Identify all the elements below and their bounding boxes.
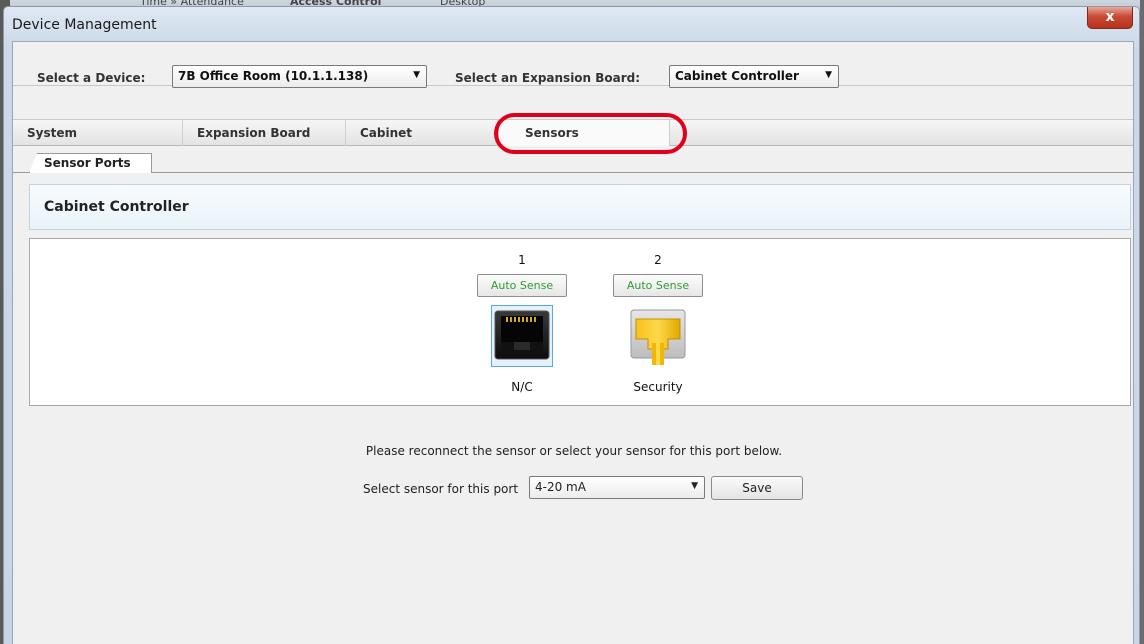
auto-sense-button-port-2[interactable]: Auto Sense: [613, 274, 703, 297]
window-client-area: Select a Device: 7B Office Room (10.1.1.…: [12, 41, 1134, 644]
chevron-down-icon: ▼: [413, 70, 420, 80]
selector-bar: Select a Device: 7B Office Room (10.1.1.…: [13, 42, 1133, 88]
port-1-jack[interactable]: [491, 305, 553, 367]
tab-system[interactable]: System: [13, 120, 183, 146]
tab-cabinet-label: Cabinet: [360, 126, 413, 140]
auto-sense-button-port-1[interactable]: Auto Sense: [477, 274, 567, 297]
device-management-window: Device Management x Select a Device: 7B …: [3, 6, 1140, 644]
tab-sensor-ports-label: Sensor Ports: [44, 156, 131, 170]
yellow-cable-plug-icon: [630, 309, 686, 365]
port-name: N/C: [511, 380, 533, 394]
port-name: Security: [633, 380, 683, 394]
tab-expansion-board[interactable]: Expansion Board: [183, 120, 346, 146]
main-tab-bar: System Expansion Board Cabinet Sensors: [13, 119, 1133, 146]
chevron-down-icon: ▼: [691, 481, 698, 491]
sub-tab-divider: [13, 172, 1133, 173]
tab-sensors-label: Sensors: [525, 126, 579, 140]
sensor-select-label: Select sensor for this port: [363, 482, 519, 496]
tab-sensors[interactable]: Sensors: [498, 120, 670, 146]
chevron-down-icon: ▼: [825, 70, 832, 80]
device-select-label: Select a Device:: [37, 71, 146, 85]
sensor-type-select[interactable]: 4-20 mA ▼: [529, 476, 705, 499]
panel-title: Cabinet Controller: [44, 199, 189, 215]
tab-expansion-board-label: Expansion Board: [197, 126, 311, 140]
close-icon: x: [1105, 9, 1115, 25]
port-2-jack[interactable]: [627, 305, 689, 367]
background-window-edge-right: [1140, 0, 1144, 644]
board-select-label: Select an Expansion Board:: [455, 71, 641, 85]
save-button[interactable]: Save: [711, 476, 803, 500]
controller-header-panel: Cabinet Controller: [29, 184, 1131, 230]
tab-system-label: System: [27, 126, 77, 140]
ethernet-jack-icon: [494, 310, 550, 360]
tab-cabinet[interactable]: Cabinet: [346, 120, 498, 146]
port-number: 2: [654, 253, 662, 267]
device-select-value: 7B Office Room (10.1.1.138): [178, 69, 369, 83]
close-button[interactable]: x: [1087, 7, 1133, 29]
sensor-ports-panel: 1 Auto Sense N/C 2 Auto Sense Security: [29, 238, 1131, 406]
sensor-select-value: 4-20 mA: [535, 480, 586, 494]
title-bar[interactable]: Device Management x: [4, 7, 1139, 41]
port-number: 1: [518, 253, 526, 267]
device-select[interactable]: 7B Office Room (10.1.1.138) ▼: [172, 65, 427, 88]
board-select-value: Cabinet Controller: [675, 69, 799, 83]
expansion-board-select[interactable]: Cabinet Controller ▼: [669, 65, 839, 88]
tab-sensor-ports[interactable]: Sensor Ports: [29, 153, 152, 173]
window-title: Device Management: [12, 17, 157, 33]
reconnect-message: Please reconnect the sensor or select yo…: [365, 444, 783, 458]
